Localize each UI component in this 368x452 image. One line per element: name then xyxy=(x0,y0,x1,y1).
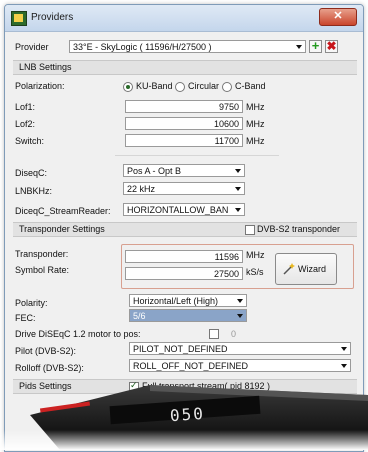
chevron-down-icon xyxy=(296,45,302,49)
provider-label: Provider xyxy=(15,42,49,52)
wizard-label: Wizard xyxy=(298,264,327,274)
lof1-label: Lof1: xyxy=(15,102,36,112)
dvbs2-checkbox[interactable] xyxy=(245,225,255,235)
ku-band-label: KU-Band xyxy=(136,81,173,91)
app-icon xyxy=(11,11,27,26)
title-bar: Providers ✕ xyxy=(5,5,363,32)
polarity-label: Polarity: xyxy=(15,298,48,308)
chevron-down-icon xyxy=(235,187,241,191)
wizard-button[interactable]: Wizard xyxy=(275,253,337,285)
c-band-label: C-Band xyxy=(235,81,266,91)
lnbkhz-label: LNBKHz: xyxy=(15,186,53,196)
polarization-label: Polarization: xyxy=(15,81,65,91)
fec-select[interactable]: 5/6 xyxy=(129,309,247,322)
lof2-label: Lof2: xyxy=(15,119,36,129)
rolloff-label: Rolloff (DVB-S2): xyxy=(15,363,84,373)
chevron-down-icon xyxy=(237,314,243,318)
transponder-unit: MHz xyxy=(246,250,265,260)
delete-icon: ✖ xyxy=(326,39,337,53)
circular-label: Circular xyxy=(188,81,220,91)
lnb-settings-header: LNB Settings xyxy=(13,60,357,75)
polarity-value: Horizontal/Left (High) xyxy=(133,296,219,306)
switch-label: Switch: xyxy=(15,136,45,146)
lof1-unit: MHz xyxy=(246,102,265,112)
switch-input[interactable]: 11700 xyxy=(125,134,243,147)
symbol-rate-unit: kS/s xyxy=(246,267,264,277)
chevron-down-icon xyxy=(235,169,241,173)
transponder-input[interactable]: 11596 xyxy=(125,250,243,263)
wand-icon xyxy=(283,263,295,275)
diseqc-value: Pos A - Opt B xyxy=(127,166,182,176)
lof2-input[interactable]: 10600 xyxy=(125,117,243,130)
polarity-select[interactable]: Horizontal/Left (High) xyxy=(129,294,247,307)
dvbs2-label: DVB-S2 transponder xyxy=(257,224,341,234)
device-display-text: 050 xyxy=(169,403,206,426)
chevron-down-icon xyxy=(341,347,347,351)
pilot-value: PILOT_NOT_DEFINED xyxy=(133,344,228,354)
pilot-label: Pilot (DVB-S2): xyxy=(15,346,77,356)
lnbkhz-value: 22 kHz xyxy=(127,184,156,194)
transponder-label: Transponder: xyxy=(15,249,69,259)
delete-provider-button[interactable]: ✖ xyxy=(325,40,338,53)
ku-band-radio[interactable] xyxy=(123,82,133,92)
lof2-unit: MHz xyxy=(246,119,265,129)
lof1-input[interactable]: 9750 xyxy=(125,100,243,113)
provider-select[interactable]: 33°E - SkyLogic ( 11596/H/27500 ) xyxy=(69,40,306,53)
add-provider-button[interactable]: + xyxy=(309,38,322,53)
pilot-select[interactable]: PILOT_NOT_DEFINED xyxy=(129,342,351,355)
symbol-rate-label: Symbol Rate: xyxy=(15,265,70,275)
chevron-down-icon xyxy=(237,299,243,303)
window-title: Providers xyxy=(31,12,74,23)
switch-unit: MHz xyxy=(246,136,265,146)
circular-radio[interactable] xyxy=(175,82,185,92)
streamreader-label: DiceqC_StreamReader: xyxy=(15,206,111,216)
motor-label: Drive DiSEqC 1.2 motor to pos: xyxy=(15,329,141,339)
provider-value: 33°E - SkyLogic ( 11596/H/27500 ) xyxy=(73,42,212,52)
rolloff-value: ROLL_OFF_NOT_DEFINED xyxy=(133,361,249,371)
motor-checkbox[interactable] xyxy=(209,329,219,339)
rolloff-select[interactable]: ROLL_OFF_NOT_DEFINED xyxy=(129,359,351,372)
plus-icon: + xyxy=(311,38,320,53)
diseqc-label: DiseqC: xyxy=(15,168,48,178)
diseqc-select[interactable]: Pos A - Opt B xyxy=(123,164,245,177)
chevron-down-icon xyxy=(235,208,241,212)
lnbkhz-select[interactable]: 22 kHz xyxy=(123,182,245,195)
streamreader-select[interactable]: HORIZONTALLOW_BAN xyxy=(123,203,245,216)
close-button[interactable]: ✕ xyxy=(319,8,357,26)
fec-value: 5/6 xyxy=(133,311,146,321)
chevron-down-icon xyxy=(341,364,347,368)
fec-label: FEC: xyxy=(15,313,36,323)
streamreader-value: HORIZONTALLOW_BAN xyxy=(127,205,229,215)
divider xyxy=(115,155,279,156)
c-band-radio[interactable] xyxy=(222,82,232,92)
symbol-rate-input[interactable]: 27500 xyxy=(125,267,243,280)
motor-position-input[interactable]: 0 xyxy=(231,329,236,339)
transponder-settings-title: Transponder Settings xyxy=(19,224,105,234)
lnb-settings-title: LNB Settings xyxy=(19,62,72,72)
